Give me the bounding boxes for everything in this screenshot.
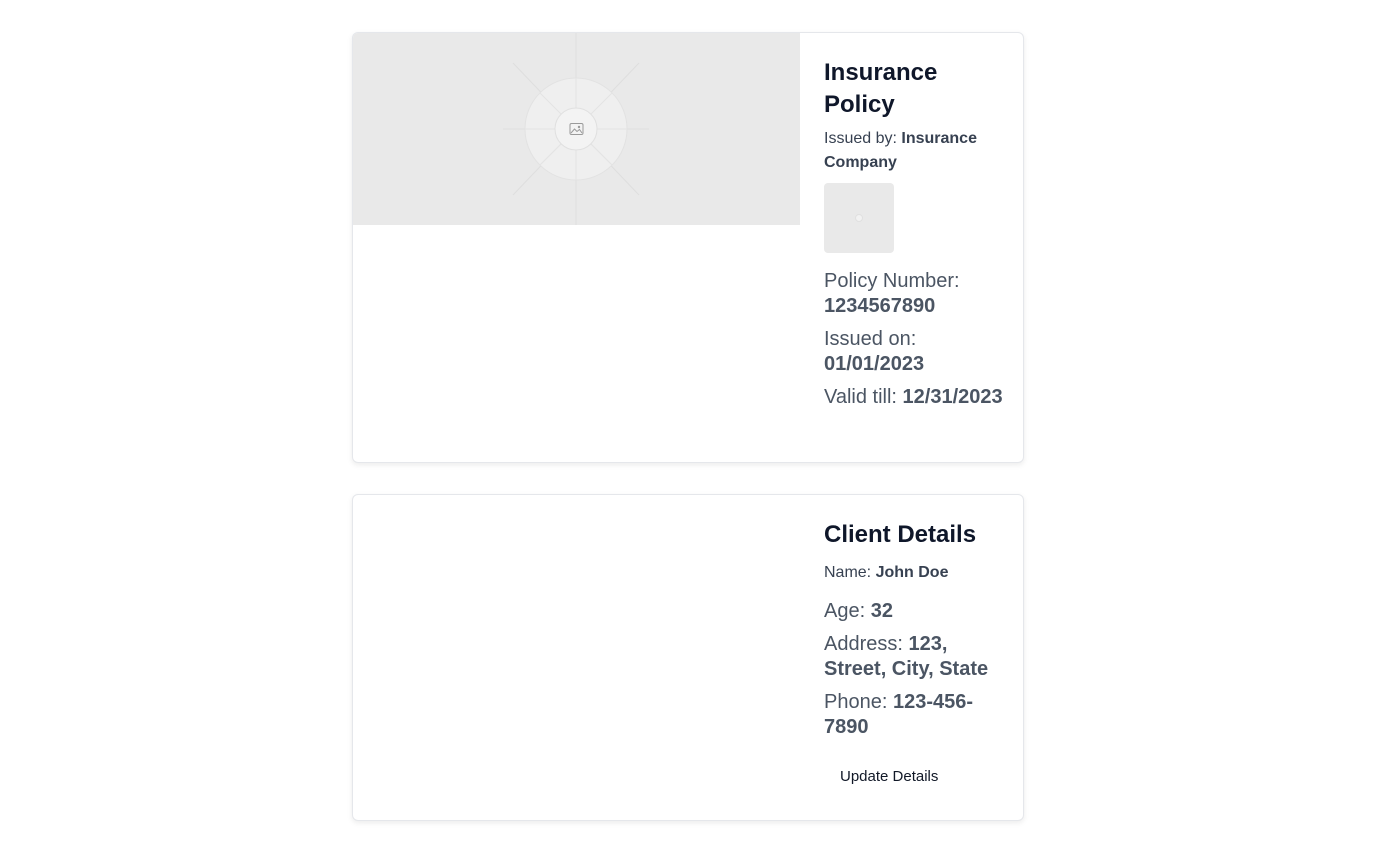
policy-number-label: Policy Number: [824,270,960,292]
valid-till-label: Valid till: [824,386,903,408]
policy-number: Policy Number: 1234567890 [824,269,1004,319]
policy-number-value: 1234567890 [824,295,936,317]
client-age-value: 32 [870,600,893,622]
client-address: Address: 123, Street, City, State [824,632,1004,682]
issued-on-value: 01/01/2023 [824,353,925,375]
client-content: Client Details Name: John Doe Age: 32 Ad… [824,519,1004,788]
client-title: Client Details [824,521,977,548]
policy-content: Insurance Policy Issued by: Insurance Co… [824,57,1004,410]
issued-by: Issued by: Insurance Company [824,127,1004,175]
client-name-value: John Doe [875,564,949,581]
client-name: Name: John Doe [824,561,1004,585]
client-card: Client Details Name: John Doe Age: 32 Ad… [352,494,1024,821]
policy-title: Insurance Policy [824,59,938,118]
valid-till-value: 12/31/2023 [902,386,1003,408]
issued-on: Issued on: 01/01/2023 [824,327,1004,377]
client-age: Age: 32 [824,599,1004,624]
client-phone: Phone: 123-456-7890 [824,690,1004,740]
client-address-label: Address: [824,633,909,655]
policy-image-placeholder [353,33,800,225]
client-age-label: Age: [824,600,871,622]
issued-by-label: Issued by: [824,130,902,147]
policy-fields: Policy Number: 1234567890 Issued on: 01/… [824,269,1004,410]
client-name-label: Name: [824,564,876,581]
policy-card: Insurance Policy Issued by: Insurance Co… [352,32,1024,463]
issuer-logo-placeholder [824,183,894,253]
client-phone-label: Phone: [824,691,893,713]
issued-on-label: Issued on: [824,328,917,350]
valid-till: Valid till: 12/31/2023 [824,385,1004,410]
image-placeholder-icon [503,33,649,225]
logo-dot-icon [855,214,863,222]
client-fields: Age: 32 Address: 123, Street, City, Stat… [824,599,1004,740]
update-details-button[interactable]: Update Details [840,766,938,788]
